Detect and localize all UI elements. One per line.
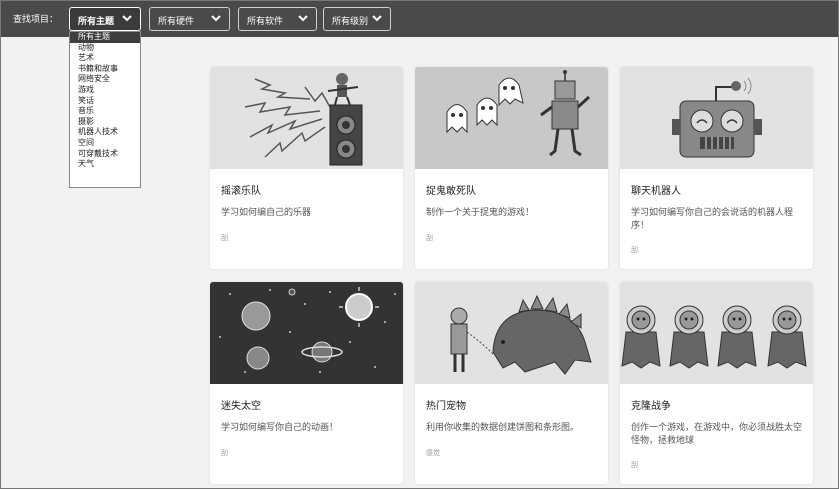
dropdown-option[interactable]: 笑话 xyxy=(70,96,140,107)
hardware-select-value: 所有硬件 xyxy=(158,17,195,27)
space-illustration xyxy=(210,282,403,384)
topic-select-value: 所有主题 xyxy=(78,17,115,27)
project-card[interactable]: 聊天机器人 学习如何编写你自己的会说话的机器人程序！ 刮 xyxy=(620,67,813,269)
chevron-down-icon xyxy=(372,15,382,22)
app-window: 查找项目： 所有主题 所有硬件 所有软件 所有级别 所有主题 动物 艺术 书籍和… xyxy=(0,0,839,489)
dropdown-option[interactable]: 游戏 xyxy=(70,85,140,96)
card-tag: 感觉 xyxy=(426,449,440,457)
level-select[interactable]: 所有级别 xyxy=(323,7,391,31)
dropdown-option[interactable]: 机器人技术 xyxy=(70,127,140,138)
dropdown-option[interactable]: 书籍和故事 xyxy=(70,64,140,75)
project-card[interactable]: 热门宠物 利用你收集的数据创建饼图和条形图。 感觉 xyxy=(415,282,608,484)
clone-wars-illustration xyxy=(620,282,813,384)
card-title: 热门宠物 xyxy=(426,401,466,412)
ghostbusters-illustration xyxy=(415,67,608,169)
card-description: 创作一个游戏，在游戏中，你必须战胜太空怪物，拯救地球 xyxy=(631,423,803,446)
chevron-down-icon xyxy=(298,15,308,22)
project-card[interactable]: 迷失太空 学习如何编写你自己的动画！ 刮 xyxy=(210,282,403,484)
card-tag: 刮 xyxy=(631,246,638,254)
card-description: 学习如何编自己的乐器 xyxy=(221,208,312,218)
filter-label: 查找项目： xyxy=(13,15,59,25)
topic-select[interactable]: 所有主题 xyxy=(69,7,141,31)
card-description: 学习如何编写你自己的会说话的机器人程序！ xyxy=(631,208,794,231)
level-select-value: 所有级别 xyxy=(332,17,369,27)
dropdown-option[interactable]: 天气 xyxy=(70,159,140,170)
dropdown-option[interactable]: 音乐 xyxy=(70,106,140,117)
card-description: 利用你收集的数据创建饼图和条形图。 xyxy=(426,423,580,433)
card-tag: 刮 xyxy=(631,461,638,469)
card-title: 克隆战争 xyxy=(631,401,671,412)
chevron-down-icon xyxy=(122,15,132,22)
project-card[interactable]: 捉鬼敢死队 制作一个关于捉鬼的游戏！ 刮 xyxy=(415,67,608,269)
dropdown-option[interactable]: 空间 xyxy=(70,138,140,149)
dropdown-option[interactable]: 所有主题 xyxy=(70,32,140,43)
card-title: 摇滚乐队 xyxy=(221,186,261,197)
software-select[interactable]: 所有软件 xyxy=(238,7,317,31)
dropdown-option[interactable]: 艺术 xyxy=(70,53,140,64)
dropdown-option[interactable]: 动物 xyxy=(70,43,140,54)
pet-dinosaur-illustration xyxy=(415,282,608,384)
card-tag: 刮 xyxy=(221,234,228,242)
chatbot-illustration xyxy=(620,67,813,169)
card-description: 学习如何编写你自己的动画！ xyxy=(221,423,339,433)
dropdown-option[interactable]: 摄影 xyxy=(70,117,140,128)
dropdown-option[interactable]: 可穿戴技术 xyxy=(70,149,140,160)
card-title: 迷失太空 xyxy=(221,401,261,412)
software-select-value: 所有软件 xyxy=(247,17,284,27)
project-card[interactable]: 摇滚乐队 学习如何编自己的乐器 刮 xyxy=(210,67,403,269)
card-tag: 刮 xyxy=(426,234,433,242)
chevron-down-icon xyxy=(211,15,221,22)
project-card[interactable]: 克隆战争 创作一个游戏，在游戏中，你必须战胜太空怪物，拯救地球 刮 xyxy=(620,282,813,484)
card-title: 捉鬼敢死队 xyxy=(426,186,476,197)
dropdown-option[interactable]: 网络安全 xyxy=(70,74,140,85)
rock-band-illustration xyxy=(210,67,403,169)
topic-dropdown-list: 所有主题 动物 艺术 书籍和故事 网络安全 游戏 笑话 音乐 摄影 机器人技术 … xyxy=(69,31,141,188)
card-title: 聊天机器人 xyxy=(631,186,681,197)
card-tag: 刮 xyxy=(221,449,228,457)
card-description: 制作一个关于捉鬼的游戏！ xyxy=(426,208,535,218)
hardware-select[interactable]: 所有硬件 xyxy=(149,7,230,31)
